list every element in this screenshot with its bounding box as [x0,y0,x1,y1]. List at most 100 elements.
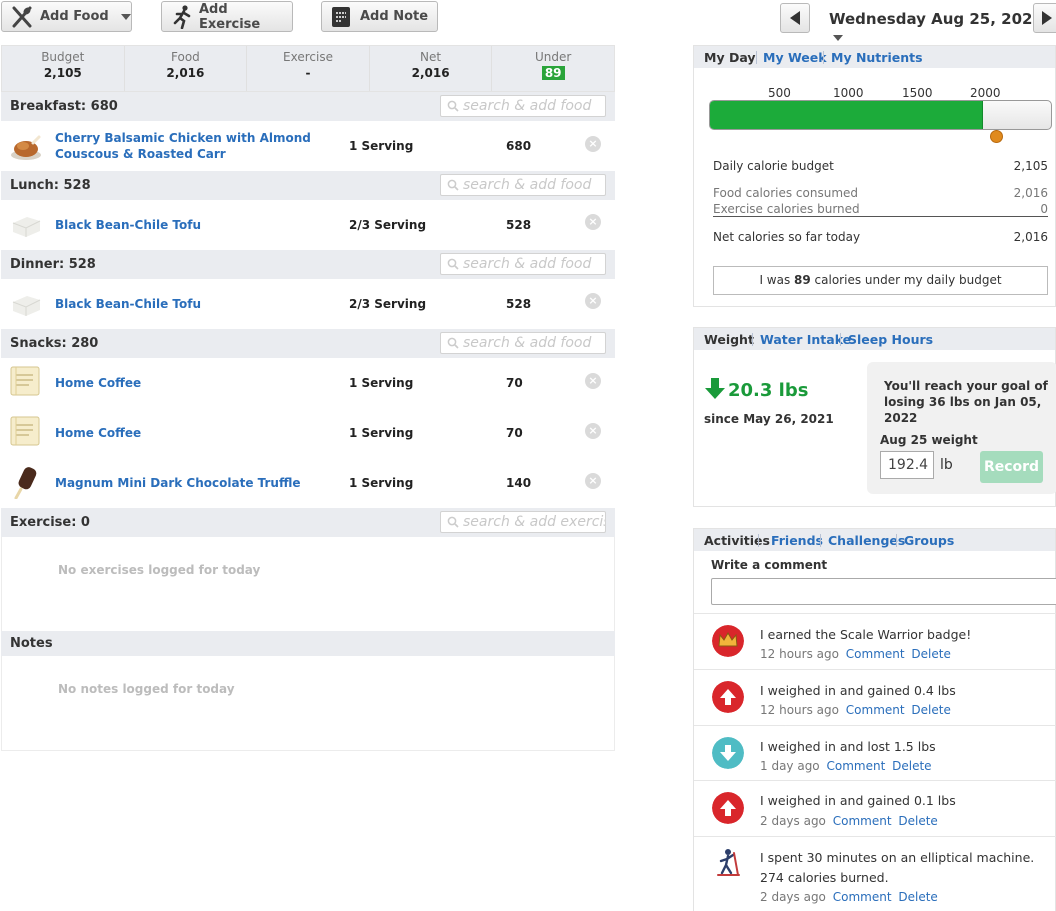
arrow-up-icon [712,681,744,713]
weight-down-arrow-icon [705,378,725,399]
summary-value: 2,016 [166,66,205,80]
calorie-scale: 500 1000 1500 2000 [694,86,1056,100]
remove-food-icon[interactable]: × [585,136,601,152]
comment-input[interactable] [711,578,1056,605]
under-badge: 89 [541,66,565,80]
activity-item: I earned the Scale Warrior badge! 12 hou… [694,613,1056,669]
food-entry-row[interactable]: Cherry Balsamic Chicken with Almond Cous… [1,121,615,171]
activity-time: 12 hours ago [760,647,839,661]
ice-cream-bar-image [14,467,37,499]
activity-time: 2 days ago [760,890,826,904]
food-name-link[interactable]: Magnum Mini Dark Chocolate Truffle [55,475,340,491]
add-note-button[interactable]: Add Note [321,1,438,32]
summary-label: Net [420,50,442,64]
meal-title: Dinner: 528 [10,257,96,272]
tab-challenges[interactable]: Challenges [828,533,905,548]
remove-food-icon[interactable]: × [585,214,601,230]
summary-food: Food 2,016 [125,46,248,91]
meal-title: Lunch: 528 [10,178,91,193]
summary-under: Under 89 [492,46,614,91]
food-serving[interactable]: 1 Serving [349,139,413,153]
tab-water-intake[interactable]: Water Intake [760,332,851,347]
chevron-right-icon [1042,11,1052,25]
food-entry-row[interactable]: Magnum Mini Dark Chocolate Truffle 1 Ser… [1,458,615,508]
comment-link[interactable]: Comment [833,814,892,828]
food-calories: 528 [506,297,532,311]
add-exercise-button[interactable]: Add Exercise [161,1,293,32]
food-calories: 70 [506,426,523,440]
tab-divider [896,534,897,547]
exercise-list: No exercises logged for today [1,537,615,632]
remove-food-icon[interactable]: × [585,373,601,389]
comment-link[interactable]: Comment [833,890,892,904]
food-serving[interactable]: 2/3 Serving [349,218,426,232]
activity-meta: 1 day ago Comment Delete [760,759,932,773]
tab-my-week[interactable]: My Week [763,50,827,65]
row-label: Exercise calories burned [713,202,860,216]
search-add-food-input[interactable]: search & add food [440,174,606,196]
tab-sleep-hours[interactable]: Sleep Hours [848,332,933,347]
delete-link[interactable]: Delete [911,647,950,661]
goal-text: You'll reach your goal of losing 36 lbs … [884,379,1048,425]
remove-food-icon[interactable]: × [585,473,601,489]
comment-link[interactable]: Comment [826,759,885,773]
food-name-link[interactable]: Home Coffee [55,425,340,441]
chicken-dish-image [11,135,41,160]
under-budget-message: I was 89 calories under my daily budget [713,266,1048,295]
delete-link[interactable]: Delete [892,759,931,773]
my-day-panel: My Day My Week My Nutrients 500 1000 150… [693,45,1056,307]
search-add-food-input[interactable]: search & add food [440,332,606,354]
remove-food-icon[interactable]: × [585,423,601,439]
tab-groups[interactable]: Groups [904,533,954,548]
delete-link[interactable]: Delete [898,890,937,904]
row-value: 0 [1040,202,1048,216]
search-add-food-input[interactable]: search & add food [440,253,606,275]
runner-icon [171,4,193,29]
food-serving[interactable]: 1 Serving [349,426,413,440]
search-placeholder: search & add food [463,335,592,351]
summary-value: 2,105 [43,66,82,80]
tab-my-day[interactable]: My Day [704,50,756,65]
food-entry-row[interactable]: Black Bean-Chile Tofu 2/3 Serving 528 × [1,200,615,250]
delete-link[interactable]: Delete [911,703,950,717]
food-serving[interactable]: 2/3 Serving [349,297,426,311]
food-serving[interactable]: 1 Serving [349,376,413,390]
add-food-button[interactable]: Add Food [1,1,132,32]
summary-value: - [305,66,311,80]
search-add-food-input[interactable]: search & add food [440,95,606,117]
activity-text: I weighed in and gained 0.4 lbs [760,683,956,698]
previous-day-button[interactable] [780,3,810,33]
summary-label: Under [535,50,572,64]
date-selector[interactable]: Wednesday Aug 25, 2021 [829,10,1056,46]
remove-food-icon[interactable]: × [585,293,601,309]
next-day-button[interactable] [1033,3,1056,33]
recipe-card-icon [10,416,40,446]
comment-link[interactable]: Comment [846,647,905,661]
food-name-link[interactable]: Home Coffee [55,375,340,391]
search-icon [447,258,459,270]
activity-item: I spent 30 minutes on an elliptical mach… [694,836,1056,911]
food-entry-row[interactable]: Home Coffee 1 Serving 70 × [1,358,615,408]
search-placeholder: search & add food [463,256,592,272]
summary-net: Net 2,016 [370,46,493,91]
tab-friends[interactable]: Friends [771,533,823,548]
tab-activities[interactable]: Activities [704,533,770,548]
record-weight-button[interactable]: Record [980,451,1043,483]
meal-header-snacks: Snacks: 280 search & add food [1,329,615,358]
delete-link[interactable]: Delete [898,814,937,828]
food-serving[interactable]: 1 Serving [349,476,413,490]
activity-panel: Activities Friends Challenges Groups Wri… [693,528,1056,911]
search-add-exercise-input[interactable]: search & add exercise [440,511,606,533]
food-entry-row[interactable]: Home Coffee 1 Serving 70 × [1,408,615,458]
weight-input[interactable]: 192.4 [880,451,934,479]
weight-tabs: Weight Water Intake Sleep Hours [694,328,1055,350]
comment-link[interactable]: Comment [846,703,905,717]
food-name-link[interactable]: Black Bean-Chile Tofu [55,217,340,233]
tab-weight[interactable]: Weight [704,332,754,347]
food-name-link[interactable]: Cherry Balsamic Chicken with Almond Cous… [55,130,340,162]
chevron-down-icon[interactable] [120,13,131,20]
tab-my-nutrients[interactable]: My Nutrients [831,50,923,65]
food-name-link[interactable]: Black Bean-Chile Tofu [55,296,340,312]
chevron-left-icon [790,11,800,25]
food-entry-row[interactable]: Black Bean-Chile Tofu 2/3 Serving 528 × [1,279,615,329]
